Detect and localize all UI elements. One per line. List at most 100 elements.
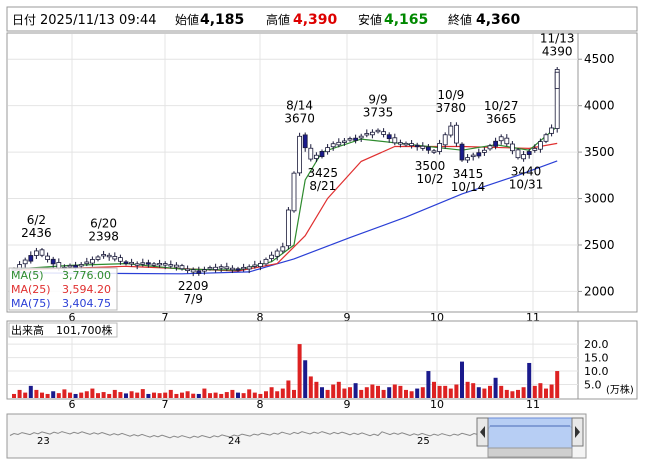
volume-bar bbox=[387, 387, 392, 398]
annotation-value: 3415 bbox=[453, 167, 484, 181]
volume-bar bbox=[112, 389, 117, 398]
annotation-value: 4390 bbox=[542, 44, 573, 58]
volume-bar bbox=[336, 381, 341, 398]
volume-bar bbox=[454, 384, 459, 398]
volume-bar bbox=[135, 392, 140, 398]
volume-bar bbox=[17, 389, 22, 398]
legend-ma25-value: 3,594.20 bbox=[62, 283, 111, 296]
volume-bar bbox=[84, 391, 89, 398]
price-tick-label: 3000 bbox=[584, 192, 615, 206]
volume-bar bbox=[146, 393, 151, 398]
volume-bar bbox=[101, 392, 106, 398]
header-low: 4,165 bbox=[384, 12, 428, 28]
candle-up bbox=[101, 254, 106, 257]
candle-down bbox=[50, 258, 56, 265]
header-high-label: 高値 bbox=[266, 12, 290, 27]
volume-bar bbox=[219, 393, 224, 398]
candle-down bbox=[414, 144, 420, 148]
volume-bar bbox=[79, 392, 84, 398]
candle-up bbox=[481, 149, 487, 153]
candle-up bbox=[157, 263, 163, 266]
price-tick-label: 3500 bbox=[584, 145, 615, 159]
candle-up bbox=[134, 263, 140, 266]
candle-up bbox=[90, 259, 95, 264]
candle-up bbox=[437, 143, 443, 152]
volume-bar bbox=[398, 385, 403, 398]
header-close-label: 終値 bbox=[448, 12, 472, 27]
volume-bar bbox=[331, 384, 336, 398]
candle-up bbox=[129, 261, 135, 265]
volume-bar bbox=[544, 388, 548, 398]
candle-latest bbox=[554, 71, 560, 89]
annotation-value: 3500 bbox=[415, 159, 446, 173]
volume-bar bbox=[191, 393, 196, 398]
volume-bar bbox=[247, 389, 252, 398]
candle-up bbox=[213, 266, 219, 270]
volume-bar bbox=[230, 389, 235, 398]
volume-bar bbox=[208, 393, 212, 398]
annotation-value: 2398 bbox=[88, 229, 119, 243]
annotation-date: 8/21 bbox=[309, 179, 336, 193]
volume-bar bbox=[213, 392, 218, 398]
candle-up bbox=[201, 269, 207, 272]
volume-bar bbox=[129, 391, 134, 398]
volume-bar bbox=[297, 344, 302, 398]
annotation-value: 2436 bbox=[21, 226, 52, 240]
volume-bar bbox=[264, 391, 268, 398]
candle-down bbox=[235, 268, 241, 271]
header-date-label: 日付 bbox=[12, 13, 36, 27]
header-open: 4,185 bbox=[200, 12, 244, 28]
candle-up bbox=[285, 209, 291, 247]
candle-down bbox=[459, 143, 465, 161]
candle-up bbox=[487, 145, 493, 150]
navigator-window[interactable] bbox=[487, 417, 573, 449]
volume-bar bbox=[376, 385, 380, 398]
annotation-date: 10/31 bbox=[509, 178, 544, 192]
candle-up bbox=[515, 149, 521, 159]
candle-up bbox=[246, 266, 252, 270]
header-date: 2025/11/13 09:44 bbox=[40, 13, 157, 28]
annotation-value: 3735 bbox=[363, 105, 394, 119]
candle-down bbox=[145, 262, 151, 265]
price-tick-label: 2500 bbox=[584, 238, 615, 252]
volume-bar bbox=[465, 381, 470, 398]
header-close: 4,360 bbox=[476, 12, 521, 28]
candle-up bbox=[269, 254, 275, 259]
candle-up bbox=[67, 265, 73, 268]
volume-x-label: 11 bbox=[526, 398, 540, 411]
legend-ma75-label: MA(75) bbox=[11, 297, 51, 310]
candle-up bbox=[118, 257, 123, 262]
navigator-scrollbar-thumb[interactable] bbox=[487, 447, 573, 458]
annotation-date: 10/14 bbox=[451, 180, 486, 194]
candle-up bbox=[56, 262, 62, 269]
volume-bar bbox=[538, 383, 543, 398]
volume-bar bbox=[370, 384, 375, 398]
volume-bar bbox=[308, 376, 313, 398]
volume-bar bbox=[45, 393, 50, 398]
candle-up bbox=[140, 262, 146, 265]
candle-up bbox=[504, 137, 510, 145]
volume-bar bbox=[510, 391, 515, 398]
volume-bar bbox=[320, 387, 324, 398]
header-high: 4,390 bbox=[293, 12, 338, 28]
candle-up bbox=[291, 172, 297, 212]
volume-bar bbox=[28, 385, 33, 398]
candle-up bbox=[241, 266, 247, 270]
volume-bar bbox=[504, 389, 509, 398]
volume-bar bbox=[118, 392, 123, 398]
volume-bar bbox=[286, 380, 291, 398]
candle-up bbox=[549, 127, 554, 134]
volume-bar bbox=[152, 392, 156, 398]
legend-ma5-label: MA(5) bbox=[11, 269, 44, 282]
candle-up bbox=[403, 142, 409, 146]
volume-bar bbox=[359, 389, 364, 398]
price-tick-label: 4500 bbox=[584, 52, 615, 66]
candle-up bbox=[218, 266, 224, 269]
candle-up bbox=[173, 264, 179, 268]
volume-bar bbox=[415, 388, 420, 398]
candle-down bbox=[425, 146, 431, 151]
volume-bar bbox=[437, 385, 442, 398]
volume-bar bbox=[224, 392, 229, 398]
volume-bar bbox=[493, 377, 498, 398]
volume-label: 出来高 bbox=[11, 323, 44, 337]
